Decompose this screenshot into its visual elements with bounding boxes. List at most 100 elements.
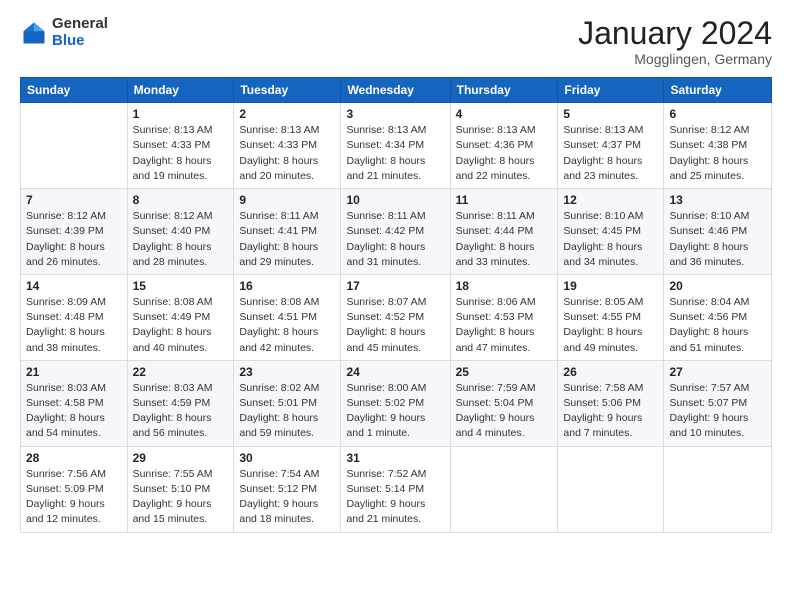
day-info: Sunrise: 8:05 AM Sunset: 4:55 PM Dayligh…	[563, 295, 658, 356]
day-info: Sunrise: 8:13 AM Sunset: 4:37 PM Dayligh…	[563, 123, 658, 184]
day-number: 20	[669, 279, 766, 293]
calendar-cell: 11 Sunrise: 8:11 AM Sunset: 4:44 PM Dayli…	[450, 189, 558, 275]
logo-general-text: General	[52, 16, 108, 33]
logo: General Blue	[20, 16, 108, 49]
day-number: 12	[563, 193, 658, 207]
calendar-cell: 28Sunrise: 7:56 AM Sunset: 5:09 PM Dayli…	[21, 446, 128, 532]
calendar-body: 1 Sunrise: 8:13 AM Sunset: 4:33 PM Daylig…	[21, 103, 772, 532]
day-info: Sunrise: 8:08 AM Sunset: 4:51 PM Dayligh…	[239, 295, 335, 356]
calendar-cell: 18 Sunrise: 8:06 AM Sunset: 4:53 PM Dayli…	[450, 274, 558, 360]
calendar-cell: 19 Sunrise: 8:05 AM Sunset: 4:55 PM Dayli…	[558, 274, 664, 360]
day-number: 6	[669, 107, 766, 121]
month-title: January 2024	[578, 16, 772, 51]
calendar-cell: 31 Sunrise: 7:52 AM Sunset: 5:14 PM Dayli…	[341, 446, 450, 532]
calendar-cell: 17Sunrise: 8:07 AM Sunset: 4:52 PM Dayli…	[341, 274, 450, 360]
logo-blue-text: Blue	[52, 33, 108, 50]
calendar-cell: 21 Sunrise: 8:03 AM Sunset: 4:58 PM Dayli…	[21, 360, 128, 446]
day-info: Sunrise: 7:54 AM Sunset: 5:12 PM Dayligh…	[239, 467, 335, 528]
calendar-cell: 23Sunrise: 8:02 AM Sunset: 5:01 PM Dayli…	[234, 360, 341, 446]
weekday-header-wednesday: Wednesday	[341, 78, 450, 103]
day-number: 9	[239, 193, 335, 207]
week-row-4: 21 Sunrise: 8:03 AM Sunset: 4:58 PM Dayli…	[21, 360, 772, 446]
week-row-5: 28Sunrise: 7:56 AM Sunset: 5:09 PM Dayli…	[21, 446, 772, 532]
weekday-header-row: SundayMondayTuesdayWednesdayThursdayFrid…	[21, 78, 772, 103]
day-number: 1	[133, 107, 229, 121]
day-number: 30	[239, 451, 335, 465]
day-info: Sunrise: 8:11 AM Sunset: 4:41 PM Dayligh…	[239, 209, 335, 270]
calendar-cell: 6 Sunrise: 8:12 AM Sunset: 4:38 PM Daylig…	[664, 103, 772, 189]
day-info: Sunrise: 8:11 AM Sunset: 4:44 PM Dayligh…	[456, 209, 553, 270]
day-number: 4	[456, 107, 553, 121]
calendar-header: SundayMondayTuesdayWednesdayThursdayFrid…	[21, 78, 772, 103]
weekday-header-tuesday: Tuesday	[234, 78, 341, 103]
day-info: Sunrise: 8:12 AM Sunset: 4:38 PM Dayligh…	[669, 123, 766, 184]
day-number: 31	[346, 451, 444, 465]
day-number: 15	[133, 279, 229, 293]
calendar-cell: 30 Sunrise: 7:54 AM Sunset: 5:12 PM Dayli…	[234, 446, 341, 532]
day-info: Sunrise: 8:12 AM Sunset: 4:40 PM Dayligh…	[133, 209, 229, 270]
day-info: Sunrise: 7:55 AM Sunset: 5:10 PM Dayligh…	[133, 467, 229, 528]
calendar-cell	[558, 446, 664, 532]
day-number: 22	[133, 365, 229, 379]
calendar-cell: 13Sunrise: 8:10 AM Sunset: 4:46 PM Dayli…	[664, 189, 772, 275]
header: General Blue January 2024 Mogglingen, Ge…	[20, 16, 772, 67]
calendar-cell: 29 Sunrise: 7:55 AM Sunset: 5:10 PM Dayli…	[127, 446, 234, 532]
calendar-cell: 12 Sunrise: 8:10 AM Sunset: 4:45 PM Dayli…	[558, 189, 664, 275]
day-info: Sunrise: 7:52 AM Sunset: 5:14 PM Dayligh…	[346, 467, 444, 528]
day-number: 29	[133, 451, 229, 465]
day-number: 25	[456, 365, 553, 379]
day-number: 8	[133, 193, 229, 207]
weekday-header-friday: Friday	[558, 78, 664, 103]
calendar-cell	[21, 103, 128, 189]
day-number: 11	[456, 193, 553, 207]
day-info: Sunrise: 8:13 AM Sunset: 4:34 PM Dayligh…	[346, 123, 444, 184]
day-info: Sunrise: 8:00 AM Sunset: 5:02 PM Dayligh…	[346, 381, 444, 442]
day-info: Sunrise: 7:59 AM Sunset: 5:04 PM Dayligh…	[456, 381, 553, 442]
day-info: Sunrise: 8:12 AM Sunset: 4:39 PM Dayligh…	[26, 209, 122, 270]
day-number: 14	[26, 279, 122, 293]
calendar-cell: 24 Sunrise: 8:00 AM Sunset: 5:02 PM Dayli…	[341, 360, 450, 446]
calendar-cell: 15Sunrise: 8:08 AM Sunset: 4:49 PM Dayli…	[127, 274, 234, 360]
day-info: Sunrise: 8:09 AM Sunset: 4:48 PM Dayligh…	[26, 295, 122, 356]
weekday-header-thursday: Thursday	[450, 78, 558, 103]
day-info: Sunrise: 7:58 AM Sunset: 5:06 PM Dayligh…	[563, 381, 658, 442]
calendar-cell: 26 Sunrise: 7:58 AM Sunset: 5:06 PM Dayli…	[558, 360, 664, 446]
calendar-cell: 2 Sunrise: 8:13 AM Sunset: 4:33 PM Daylig…	[234, 103, 341, 189]
week-row-2: 7 Sunrise: 8:12 AM Sunset: 4:39 PM Daylig…	[21, 189, 772, 275]
calendar-cell: 20 Sunrise: 8:04 AM Sunset: 4:56 PM Dayli…	[664, 274, 772, 360]
day-info: Sunrise: 8:13 AM Sunset: 4:36 PM Dayligh…	[456, 123, 553, 184]
calendar-cell: 10Sunrise: 8:11 AM Sunset: 4:42 PM Dayli…	[341, 189, 450, 275]
day-info: Sunrise: 7:56 AM Sunset: 5:09 PM Dayligh…	[26, 467, 122, 528]
calendar-cell: 4 Sunrise: 8:13 AM Sunset: 4:36 PM Daylig…	[450, 103, 558, 189]
calendar-cell: 9 Sunrise: 8:11 AM Sunset: 4:41 PM Daylig…	[234, 189, 341, 275]
day-number: 27	[669, 365, 766, 379]
calendar-cell: 25 Sunrise: 7:59 AM Sunset: 5:04 PM Dayli…	[450, 360, 558, 446]
day-number: 7	[26, 193, 122, 207]
calendar-cell: 22 Sunrise: 8:03 AM Sunset: 4:59 PM Dayli…	[127, 360, 234, 446]
logo-text: General Blue	[52, 16, 108, 49]
day-number: 10	[346, 193, 444, 207]
day-info: Sunrise: 8:03 AM Sunset: 4:58 PM Dayligh…	[26, 381, 122, 442]
day-info: Sunrise: 8:02 AM Sunset: 5:01 PM Dayligh…	[239, 381, 335, 442]
day-info: Sunrise: 8:13 AM Sunset: 4:33 PM Dayligh…	[239, 123, 335, 184]
day-info: Sunrise: 8:04 AM Sunset: 4:56 PM Dayligh…	[669, 295, 766, 356]
calendar-cell: 16Sunrise: 8:08 AM Sunset: 4:51 PM Dayli…	[234, 274, 341, 360]
day-info: Sunrise: 8:06 AM Sunset: 4:53 PM Dayligh…	[456, 295, 553, 356]
day-number: 17	[346, 279, 444, 293]
day-info: Sunrise: 8:10 AM Sunset: 4:45 PM Dayligh…	[563, 209, 658, 270]
day-info: Sunrise: 8:03 AM Sunset: 4:59 PM Dayligh…	[133, 381, 229, 442]
logo-icon	[20, 19, 48, 47]
calendar-cell	[450, 446, 558, 532]
day-number: 26	[563, 365, 658, 379]
day-number: 24	[346, 365, 444, 379]
day-number: 21	[26, 365, 122, 379]
day-number: 2	[239, 107, 335, 121]
calendar-cell: 27 Sunrise: 7:57 AM Sunset: 5:07 PM Dayli…	[664, 360, 772, 446]
calendar-cell: 14 Sunrise: 8:09 AM Sunset: 4:48 PM Dayli…	[21, 274, 128, 360]
calendar-cell: 3Sunrise: 8:13 AM Sunset: 4:34 PM Daylig…	[341, 103, 450, 189]
day-number: 19	[563, 279, 658, 293]
day-info: Sunrise: 7:57 AM Sunset: 5:07 PM Dayligh…	[669, 381, 766, 442]
day-number: 18	[456, 279, 553, 293]
calendar-cell: 8 Sunrise: 8:12 AM Sunset: 4:40 PM Daylig…	[127, 189, 234, 275]
day-info: Sunrise: 8:13 AM Sunset: 4:33 PM Dayligh…	[133, 123, 229, 184]
